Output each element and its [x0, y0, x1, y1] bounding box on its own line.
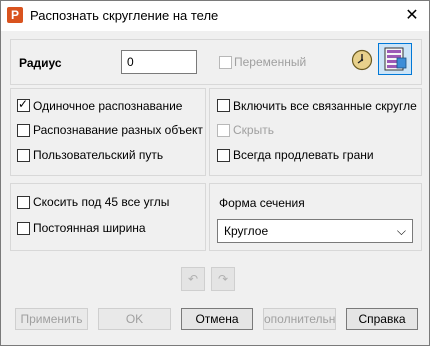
section-shape-label: Форма сечения: [219, 196, 305, 210]
help-button[interactable]: Справка: [346, 308, 418, 330]
extend-faces-label: Всегда продлевать грани: [233, 148, 374, 162]
section-shape-value: Круглое: [224, 224, 269, 238]
section-shape-select[interactable]: Круглое ⌵: [217, 219, 413, 243]
cancel-button[interactable]: Отмена: [181, 308, 253, 330]
apply-button[interactable]: Применить: [15, 308, 88, 330]
checkmark-icon: ✓: [18, 97, 29, 111]
undo-icon[interactable]: ↶: [181, 267, 205, 291]
variable-label: Переменный: [234, 55, 307, 69]
different-objects-checkbox[interactable]: [17, 124, 30, 137]
single-recognition-checkbox[interactable]: ✓: [17, 97, 30, 112]
different-objects-label: Распознавание разных объекто: [33, 123, 203, 137]
redo-icon[interactable]: ↷: [211, 267, 235, 291]
variable-checkbox[interactable]: [219, 56, 232, 69]
app-icon: P: [7, 7, 23, 23]
user-path-label: Пользовательский путь: [33, 148, 164, 162]
constant-width-label: Постоянная ширина: [33, 221, 146, 235]
ok-button[interactable]: OK: [98, 308, 171, 330]
hide-label: Скрыть: [233, 123, 274, 137]
radius-input[interactable]: [121, 50, 197, 74]
close-icon[interactable]: ✕: [401, 5, 423, 27]
chamfer-45-checkbox[interactable]: [17, 196, 30, 209]
corner-options-panel: [10, 183, 206, 251]
form-settings-icon[interactable]: [378, 43, 412, 75]
clock-icon[interactable]: [351, 49, 373, 71]
chamfer-45-label: Скосить под 45 все углы: [33, 195, 170, 209]
window-title: Распознать скругление на теле: [30, 8, 219, 23]
include-related-label: Включить все связанные скругле: [233, 99, 417, 113]
user-path-checkbox[interactable]: [17, 149, 30, 162]
extend-faces-checkbox[interactable]: [217, 149, 230, 162]
additional-button[interactable]: ополнительн: [263, 308, 336, 330]
title-bar: P Распознать скругление на теле ✕: [1, 1, 429, 31]
single-recognition-label: Одиночное распознавание: [33, 99, 183, 113]
include-related-checkbox[interactable]: [217, 99, 230, 112]
constant-width-checkbox[interactable]: [17, 222, 30, 235]
radius-label: Радиус: [19, 56, 62, 70]
chevron-down-icon: ⌵: [396, 224, 406, 238]
dialog-window: P Распознать скругление на теле ✕ Радиус…: [0, 0, 430, 346]
hide-checkbox[interactable]: [217, 124, 230, 137]
